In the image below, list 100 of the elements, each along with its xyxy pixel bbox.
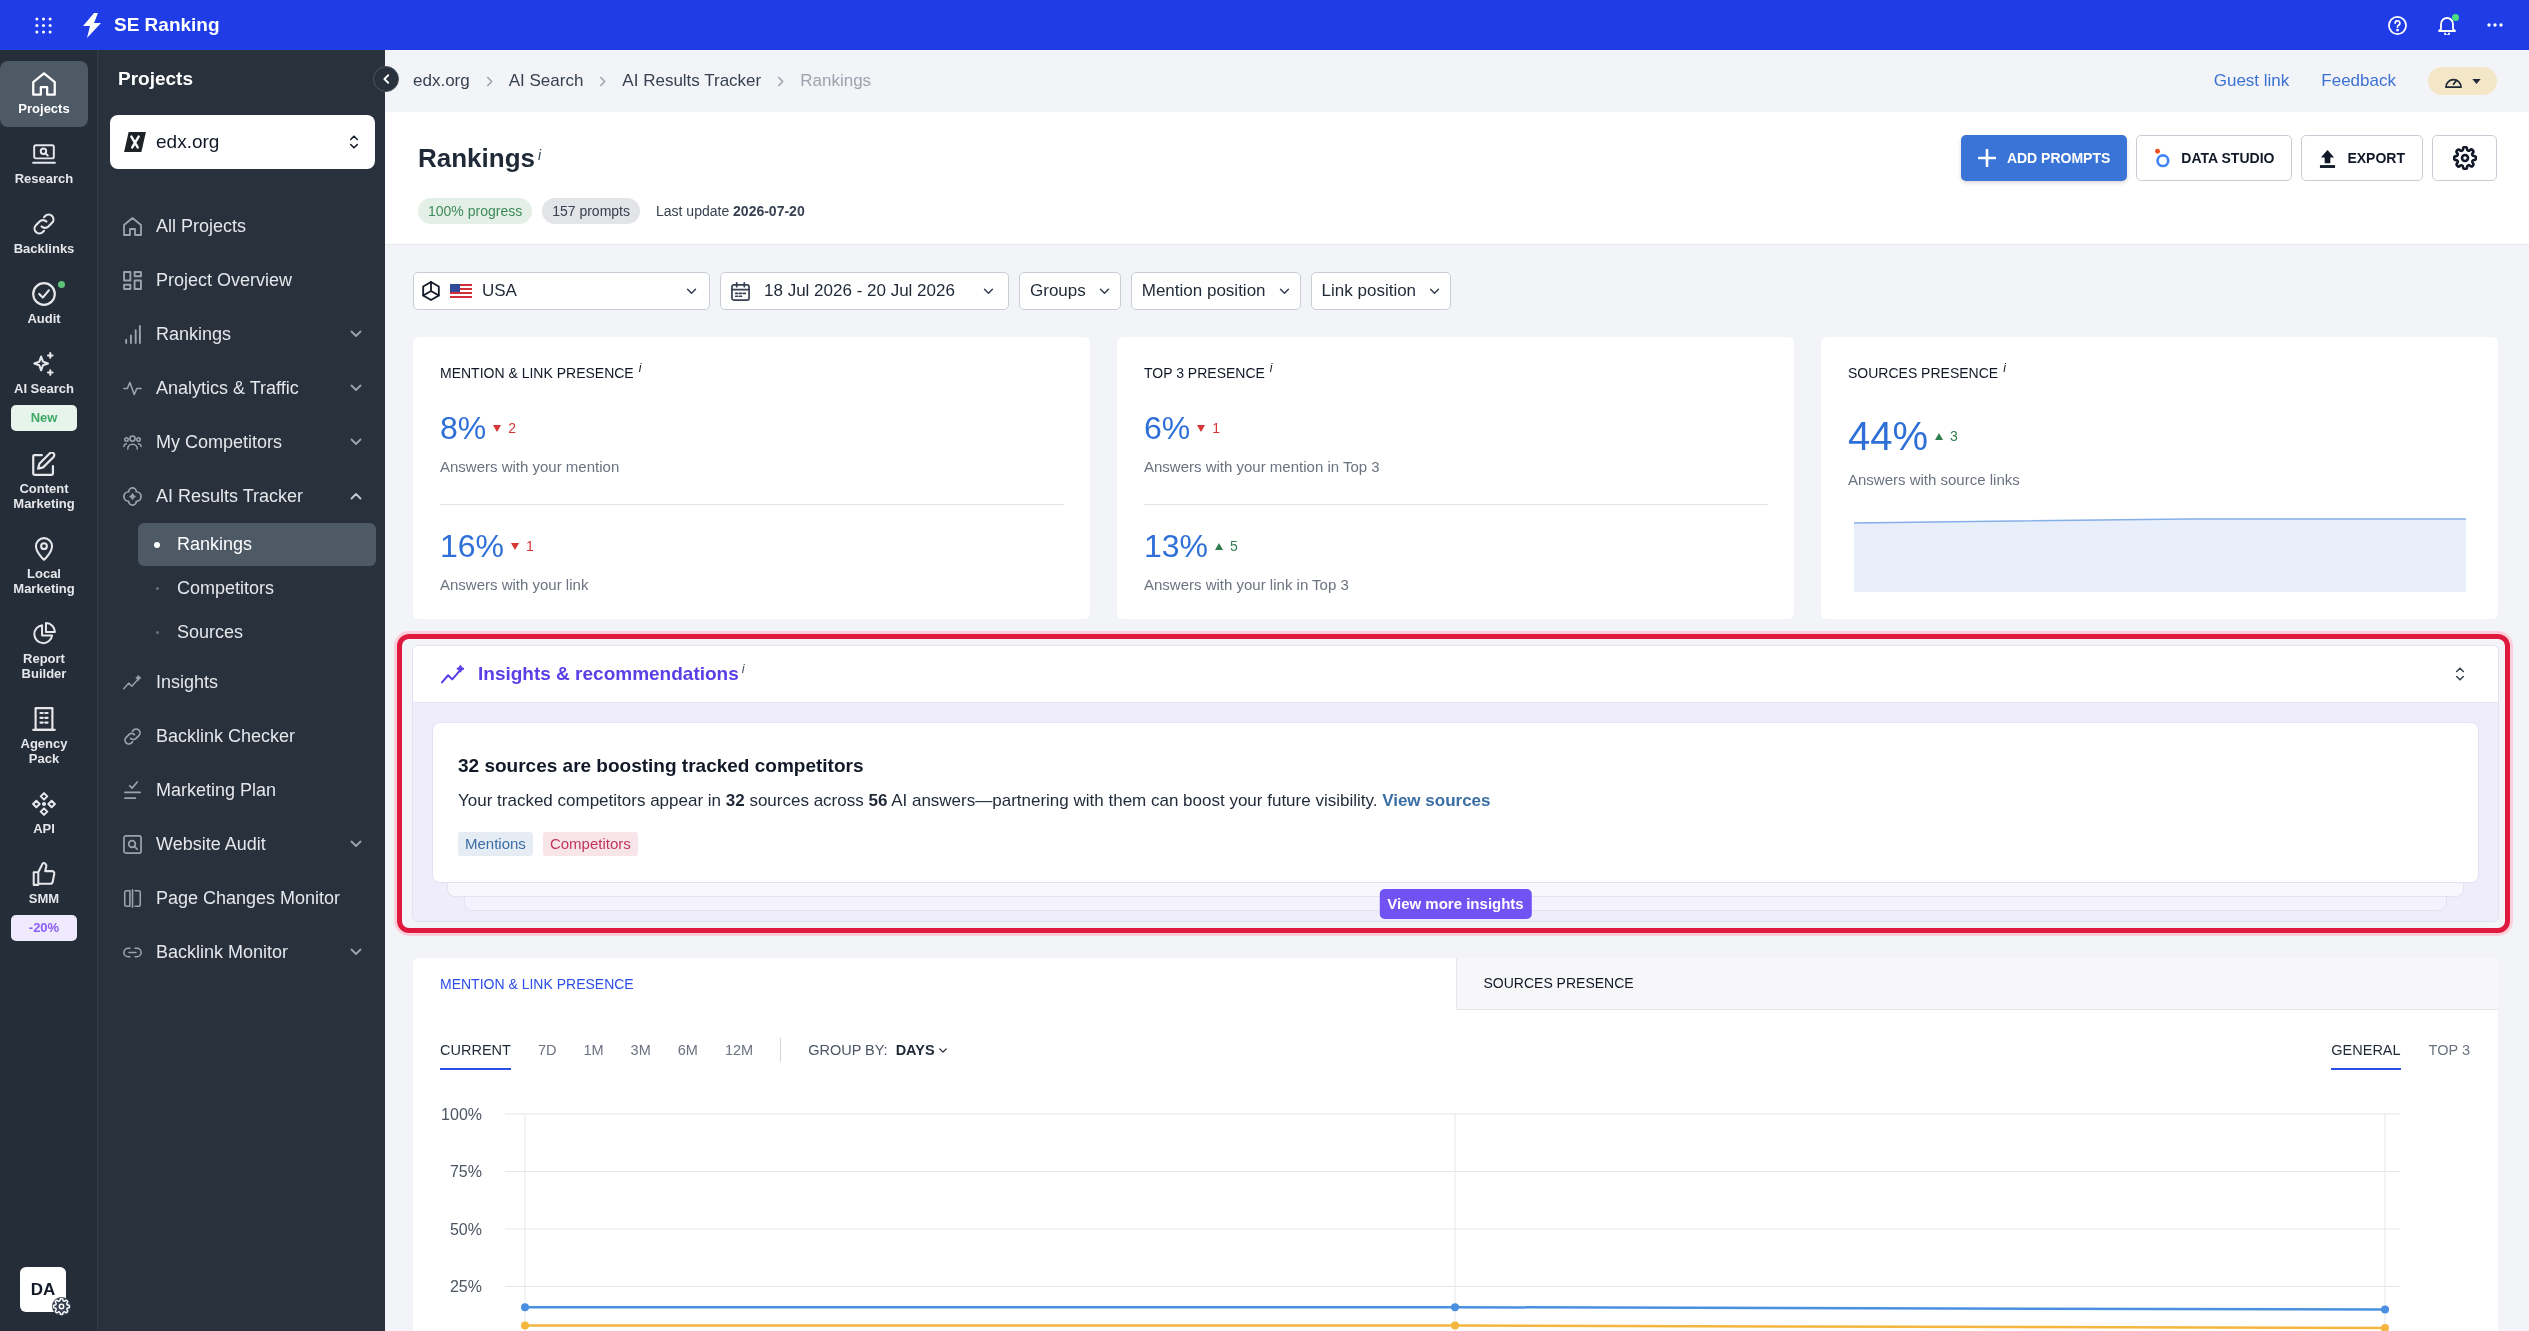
nav-item[interactable]: Backlink Checker — [98, 709, 385, 763]
rail-item[interactable]: Content Marketing — [0, 441, 88, 522]
data-point — [521, 1303, 529, 1312]
nav-item[interactable]: All Projects — [98, 199, 385, 253]
filter-dropdown[interactable]: Mention position — [1130, 272, 1301, 310]
insight-title: 32 sources are boosting tracked competitors — [458, 754, 865, 778]
rail-item[interactable]: AI Search — [0, 341, 88, 407]
period-tab[interactable]: 7D — [537, 1041, 557, 1070]
data-studio-button[interactable]: DATA STUDIO — [2136, 135, 2293, 181]
view-tab[interactable]: TOP 3 — [2428, 1041, 2470, 1070]
home-icon — [32, 72, 56, 96]
card-title: SOURCES PRESENCE$^{i}$ — [1848, 364, 2007, 382]
view-sources-link[interactable]: View sources — [1382, 791, 1491, 810]
caret-down-icon — [2472, 78, 2481, 84]
project-selector[interactable]: edx.org — [110, 115, 375, 169]
chart-tab[interactable]: SOURCES PRESENCE — [1455, 958, 2498, 1010]
metric-caption: Answers with source links — [1848, 470, 2021, 490]
nav-item[interactable]: Project Overview — [98, 253, 385, 307]
trend-sparkle-icon — [123, 672, 142, 692]
metric-value: 6% — [1144, 409, 1191, 447]
axis-label: 100% — [441, 1105, 482, 1123]
date-range-picker[interactable]: 18 Jul 2026 - 20 Jul 2026 — [720, 272, 1009, 310]
thumbs-up-icon — [32, 862, 56, 886]
rail-item[interactable]: Report Builder — [0, 611, 88, 692]
country-dropdown[interactable]: USA — [413, 272, 710, 310]
group-by-label: GROUP BY: — [808, 1041, 888, 1059]
speed-menu-button[interactable] — [2428, 67, 2497, 95]
add-prompts-button[interactable]: ADD PROMPTS — [1960, 135, 2128, 181]
cross-logo-icon — [124, 132, 146, 152]
view-more-button[interactable]: View more insights — [1379, 889, 1532, 919]
breadcrumb-link[interactable]: AI Results Tracker — [622, 68, 762, 94]
nav-subitem[interactable]: Competitors — [138, 567, 376, 610]
app-name: SE Ranking — [114, 12, 220, 37]
rail-item[interactable]: Backlinks — [0, 201, 88, 267]
rail-item[interactable]: Agency Pack — [0, 696, 88, 777]
nav-subitem[interactable]: Rankings — [138, 523, 376, 566]
up-down-chevron-icon[interactable] — [2455, 666, 2465, 682]
card-title: TOP 3 PRESENCE$^{i}$ — [1144, 364, 1274, 382]
rail-item[interactable]: Local Marketing — [0, 526, 88, 607]
nav-item[interactable]: Page Changes Monitor — [98, 871, 385, 925]
nav-item[interactable]: Backlink Monitor — [98, 925, 385, 979]
nav-item[interactable]: Insights — [98, 655, 385, 709]
nav-item[interactable]: Marketing Plan — [98, 763, 385, 817]
bullet-icon — [155, 587, 159, 590]
bell-icon[interactable] — [2437, 15, 2457, 35]
change-value: 1 — [526, 536, 534, 556]
breadcrumb-link[interactable]: AI Search — [508, 68, 584, 94]
upload-icon — [2319, 148, 2337, 168]
search-square-icon — [123, 834, 142, 854]
period-tab[interactable]: CURRENT — [440, 1041, 511, 1070]
change-value: 5 — [1230, 536, 1238, 556]
group-by-dropdown[interactable]: DAYS — [895, 1041, 947, 1059]
period-tab[interactable]: 1M — [583, 1041, 604, 1070]
link-icon — [32, 212, 56, 236]
header-link[interactable]: Feedback — [2321, 68, 2396, 94]
check-circle-icon — [32, 282, 56, 306]
apps-grid-icon[interactable] — [35, 16, 52, 34]
building-icon — [32, 707, 56, 731]
sidebar-title: Projects — [117, 67, 194, 91]
rail-item[interactable]: Audit — [0, 271, 88, 337]
settings-button[interactable] — [2432, 135, 2497, 181]
nav-item[interactable]: My Competitors — [98, 415, 385, 469]
metric-value: 44% — [1848, 413, 1929, 459]
nav-item[interactable]: Website Audit — [98, 817, 385, 871]
chevron-right-icon — [777, 75, 785, 87]
insight-text: Your tracked competitors appear in 32 sources across 56 AI answers—partnering with them can boost your future visibility. View sources — [458, 790, 1492, 812]
filter-dropdown[interactable]: Link position — [1310, 272, 1452, 310]
cube-icon — [422, 281, 440, 301]
period-tab[interactable]: 3M — [630, 1041, 651, 1070]
gear-icon — [52, 1297, 71, 1316]
nav-item[interactable]: Analytics & Traffic — [98, 361, 385, 415]
view-tab[interactable]: GENERAL — [2331, 1041, 2401, 1070]
page-title: Rankings$^{i}$ — [418, 142, 543, 175]
nav-item[interactable]: Rankings — [98, 307, 385, 361]
rail-item[interactable]: Research — [0, 131, 88, 197]
header-link[interactable]: Guest link — [2213, 68, 2290, 94]
nav-item[interactable]: AI Results Tracker — [98, 469, 385, 523]
rail-item[interactable]: Projects — [0, 61, 88, 127]
calendar-icon — [731, 281, 750, 301]
period-tab[interactable]: 12M — [724, 1041, 754, 1070]
link-icon — [123, 726, 142, 746]
data-point — [1451, 1303, 1459, 1312]
chevron-down-icon — [686, 287, 697, 295]
chevron-left-icon — [382, 74, 390, 84]
monitor-search-icon — [32, 142, 56, 166]
breadcrumb-link[interactable]: edx.org — [413, 68, 470, 94]
change-value: 1 — [1212, 418, 1221, 438]
metric-caption: Answers with your link in Top 3 — [1144, 575, 1350, 595]
rail-item[interactable]: API — [0, 781, 88, 847]
export-button[interactable]: EXPORT — [2301, 135, 2423, 181]
filter-dropdown[interactable]: Groups — [1019, 272, 1121, 310]
help-icon[interactable] — [2388, 15, 2407, 35]
period-tab[interactable]: 6M — [677, 1041, 698, 1070]
checklist-icon — [123, 780, 142, 800]
lightning-logo-icon — [81, 12, 103, 38]
nav-subitem[interactable]: Sources — [138, 611, 376, 654]
chevron-down-icon — [1278, 287, 1290, 295]
rail-item[interactable]: SMM — [0, 851, 88, 917]
axis-label: 50% — [449, 1220, 482, 1238]
more-icon[interactable] — [2487, 23, 2503, 27]
